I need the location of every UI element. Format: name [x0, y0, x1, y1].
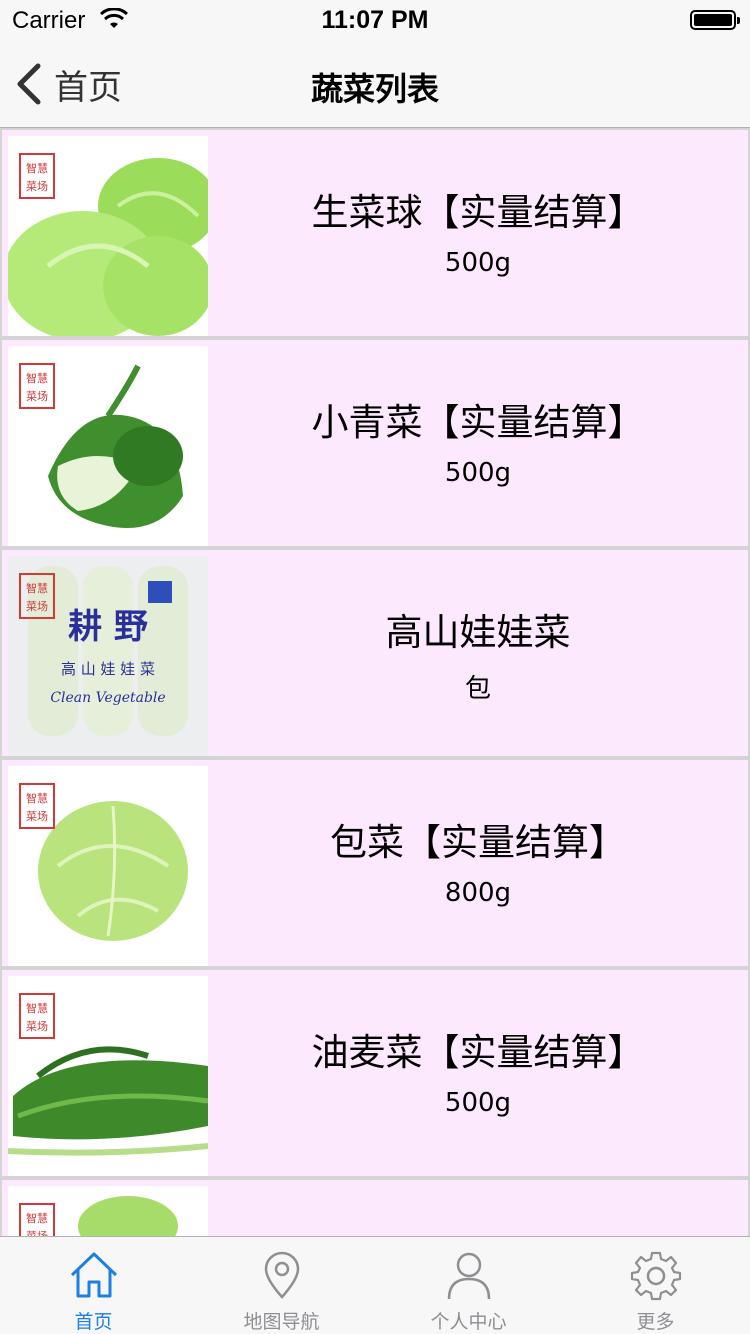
svg-text:菜场: 菜场 [26, 1229, 48, 1236]
svg-text:智慧: 智慧 [26, 1001, 48, 1015]
home-icon [70, 1252, 118, 1298]
cabbage-image: 智慧 菜场 [8, 766, 208, 966]
svg-text:菜场: 菜场 [26, 809, 48, 823]
svg-text:菜场: 菜场 [26, 179, 48, 193]
list-item[interactable]: 耕 野 高 山 娃 娃 菜 Clean Vegetable 智慧 菜场 高山娃娃… [0, 548, 750, 758]
svg-text:耕 野: 耕 野 [68, 607, 148, 647]
tab-home-label: 首页 [74, 1311, 113, 1333]
list-item[interactable]: 智慧 菜场 油麦菜【实量结算】 500g [0, 968, 750, 1178]
svg-text:菜场: 菜场 [26, 1019, 48, 1033]
tab-map-navigation-label: 地图导航 [243, 1311, 320, 1333]
status-time: 11:07 PM [321, 6, 429, 34]
svg-text:智慧: 智慧 [26, 1211, 48, 1225]
item-unit: 500g [444, 1088, 512, 1118]
navigation-bar: 首页 蔬菜列表 [0, 40, 750, 128]
svg-text:智慧: 智慧 [26, 371, 48, 385]
person-icon [447, 1252, 491, 1300]
svg-text:Clean Vegetable: Clean Vegetable [50, 690, 165, 706]
page-title: 蔬菜列表 [310, 70, 439, 108]
baby-cabbage-package-image: 耕 野 高 山 娃 娃 菜 Clean Vegetable 智慧 菜场 [8, 556, 208, 756]
item-name: 包菜【实量结算】 [330, 821, 626, 864]
item-name: 高山娃娃菜 [385, 611, 571, 654]
tab-map-navigation[interactable]: 地图导航 [188, 1237, 375, 1334]
tab-personal-center[interactable]: 个人中心 [375, 1237, 562, 1334]
lettuce-image: 智慧 菜场 [8, 136, 208, 336]
svg-text:智慧: 智慧 [26, 161, 48, 175]
list-item[interactable]: 智慧 菜场 [0, 1178, 750, 1236]
list-item[interactable]: 智慧 菜场 小青菜【实量结算】 500g [0, 338, 750, 548]
leafy-vegetable-image: 智慧 菜场 [8, 1186, 208, 1236]
status-bar: Carrier 11:07 PM [0, 0, 750, 40]
item-name: 小青菜【实量结算】 [311, 401, 645, 444]
list-item[interactable]: 智慧 菜场 生菜球【实量结算】 500g [0, 128, 750, 338]
svg-text:菜场: 菜场 [26, 389, 48, 403]
svg-text:菜场: 菜场 [26, 599, 48, 613]
item-name: 油麦菜【实量结算】 [311, 1031, 645, 1074]
list-item[interactable]: 智慧 菜场 包菜【实量结算】 800g [0, 758, 750, 968]
item-unit: 500g [444, 458, 512, 488]
item-unit: 800g [444, 878, 512, 908]
svg-text:智慧: 智慧 [26, 581, 48, 595]
item-unit: 500g [444, 248, 512, 278]
svg-text:高 山 娃 娃 菜: 高 山 娃 娃 菜 [61, 660, 155, 678]
tab-bar: 首页 地图导航 个人中心 更多 [0, 1236, 750, 1334]
tab-personal-center-label: 个人中心 [430, 1311, 507, 1333]
vegetable-list[interactable]: 智慧 菜场 生菜球【实量结算】 500g 智慧 菜场 小青菜【实量结算】 500… [0, 128, 750, 1236]
tab-home[interactable]: 首页 [0, 1237, 187, 1334]
svg-text:智慧: 智慧 [26, 791, 48, 805]
tab-more[interactable]: 更多 [562, 1237, 749, 1334]
gear-icon [630, 1251, 682, 1301]
indian-lettuce-image: 智慧 菜场 [8, 976, 208, 1176]
battery-icon [690, 10, 740, 30]
item-unit: 包 [464, 674, 491, 704]
tab-more-label: 更多 [636, 1311, 675, 1333]
bok-choy-image: 智慧 菜场 [8, 346, 208, 546]
location-pin-icon [264, 1251, 300, 1299]
item-name: 生菜球【实量结算】 [311, 191, 645, 234]
